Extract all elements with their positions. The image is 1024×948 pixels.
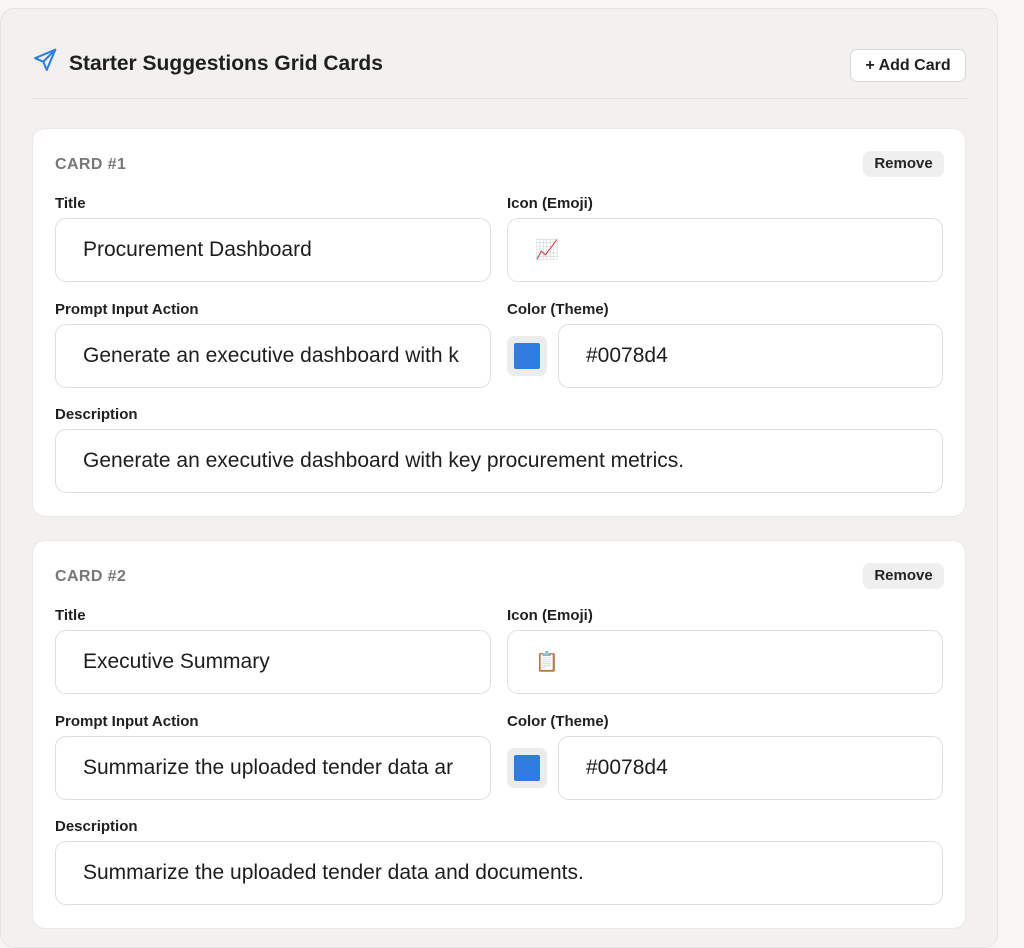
description-input[interactable]: Generate an executive dashboard with key… <box>55 429 943 493</box>
suggestion-card-2: CARD #2 Remove Title Icon (Emoji) Execut… <box>32 540 966 929</box>
description-input[interactable]: Summarize the uploaded tender data and d… <box>55 841 943 905</box>
card-number: CARD #1 <box>55 156 127 173</box>
icon-emoji-input[interactable]: 📈 <box>507 218 943 282</box>
description-label: Description <box>55 406 138 423</box>
prompt-input-action-label: Prompt Input Action <box>55 713 199 730</box>
title-label: Title <box>55 195 86 212</box>
prompt-input-action-input[interactable]: Generate an executive dashboard with k <box>55 324 491 388</box>
color-picker-button[interactable] <box>507 336 547 376</box>
suggestion-card-1: CARD #1 Remove Title Icon (Emoji) Procur… <box>32 128 966 517</box>
color-picker-button[interactable] <box>507 748 547 788</box>
title-label: Title <box>55 607 86 624</box>
color-hex-input[interactable]: #0078d4 <box>558 324 943 388</box>
clipboard-icon: 📋 <box>535 651 559 673</box>
color-swatch <box>514 755 540 781</box>
chart-increasing-icon: 📈 <box>535 239 559 261</box>
starter-suggestions-panel: Starter Suggestions Grid Cards + Add Car… <box>0 8 998 948</box>
color-hex-input[interactable]: #0078d4 <box>558 736 943 800</box>
paper-plane-icon <box>34 48 57 71</box>
add-card-button[interactable]: + Add Card <box>850 49 966 82</box>
icon-label: Icon (Emoji) <box>507 607 593 624</box>
title-input[interactable]: Executive Summary <box>55 630 491 694</box>
title-input[interactable]: Procurement Dashboard <box>55 218 491 282</box>
remove-card-button[interactable]: Remove <box>863 563 944 589</box>
panel-header: Starter Suggestions Grid Cards + Add Car… <box>32 41 968 99</box>
description-label: Description <box>55 818 138 835</box>
prompt-input-action-label: Prompt Input Action <box>55 301 199 318</box>
color-theme-label: Color (Theme) <box>507 713 609 730</box>
remove-card-button[interactable]: Remove <box>863 151 944 177</box>
color-theme-label: Color (Theme) <box>507 301 609 318</box>
color-swatch <box>514 343 540 369</box>
icon-emoji-input[interactable]: 📋 <box>507 630 943 694</box>
icon-label: Icon (Emoji) <box>507 195 593 212</box>
prompt-input-action-input[interactable]: Summarize the uploaded tender data ar <box>55 736 491 800</box>
page-title: Starter Suggestions Grid Cards <box>69 52 383 75</box>
card-number: CARD #2 <box>55 568 127 585</box>
